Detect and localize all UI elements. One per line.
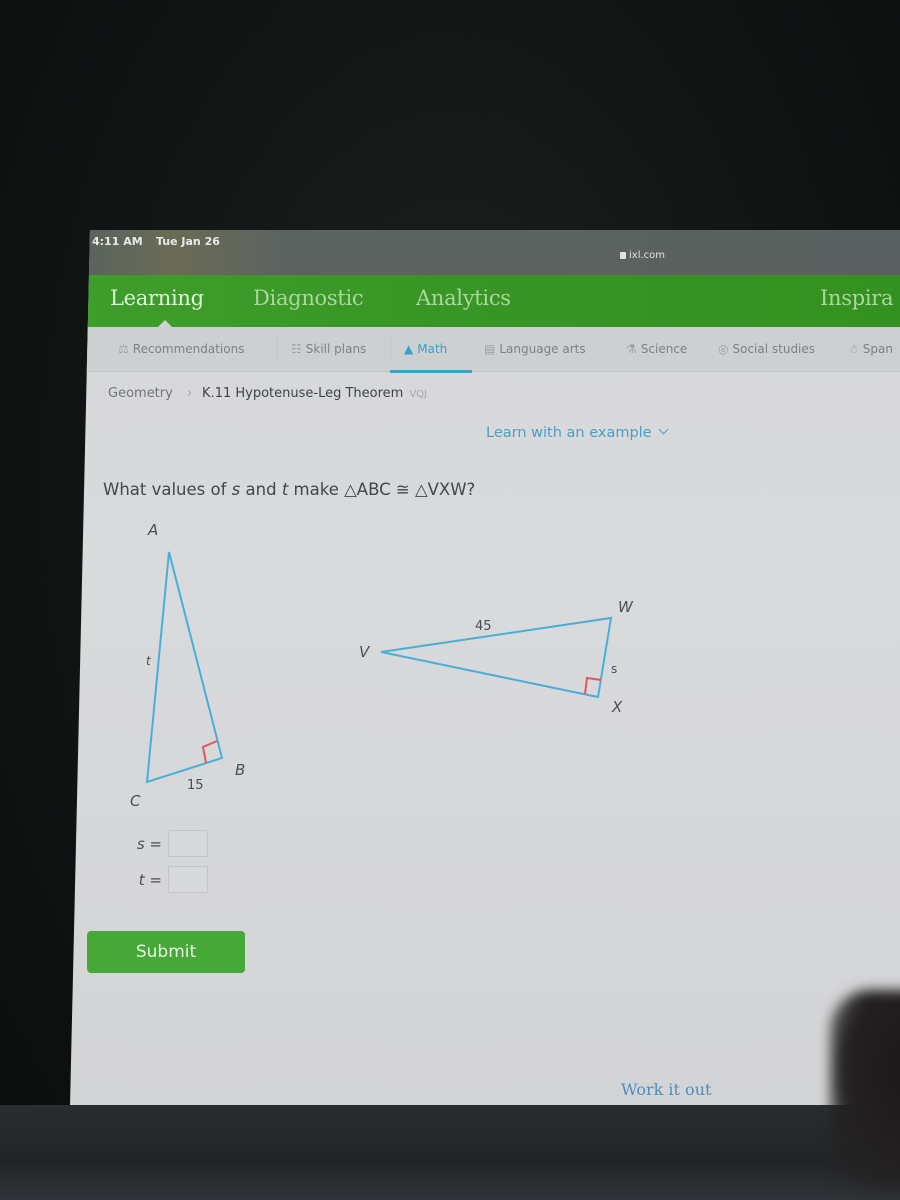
tab-analytics[interactable]: Analytics: [416, 286, 511, 310]
vertex-label-c: C: [130, 792, 141, 810]
subnav-spanish[interactable]: ☃ Span: [848, 342, 893, 356]
side-label-15: 15: [187, 778, 204, 793]
subnav-recommendations[interactable]: ⚖ Recommendations: [118, 342, 244, 356]
finger-blur: [830, 990, 900, 1190]
subnav-label: Recommendations: [132, 342, 245, 356]
subnav-language-arts[interactable]: ▤ Language arts: [484, 342, 586, 356]
flask-icon: ⚗: [626, 342, 637, 356]
subnav-label: Social studies: [732, 342, 816, 356]
question-mid: and: [240, 480, 282, 499]
side-label-45: 45: [475, 619, 492, 634]
tab-learning[interactable]: Learning: [110, 286, 204, 310]
triangle-vxw: [380, 616, 613, 699]
side-label-t: t: [146, 654, 152, 668]
vertex-label-x: X: [611, 698, 623, 716]
subnav-math[interactable]: ▲ Math: [404, 342, 447, 356]
equals-sign: =: [149, 835, 162, 853]
subnav-label: Math: [417, 342, 448, 356]
work-it-out-heading: Work it out: [621, 1080, 712, 1099]
breadcrumb-current: K.11 Hypotenuse-Leg Theorem: [202, 386, 404, 401]
tab-inspiration[interactable]: Inspira: [820, 286, 894, 310]
book-icon: ▤: [484, 342, 496, 356]
status-date: Tue Jan 26: [156, 235, 220, 248]
question-prefix: What values of: [103, 480, 232, 499]
learn-link-text: Learn with an example: [486, 425, 652, 441]
answer-label-t: t =: [122, 871, 162, 889]
subnav-label: Skill plans: [305, 342, 367, 356]
subnav-label: Span: [862, 342, 893, 356]
url-text: ixl.com: [629, 250, 666, 261]
answer-var: s: [136, 835, 145, 853]
active-subject-underline: [390, 370, 472, 373]
tablet-bezel: [0, 1105, 900, 1200]
vertex-label-v: V: [359, 643, 371, 661]
subnav-science[interactable]: ⚗ Science: [626, 342, 687, 356]
question-text: What values of s and t make △ABC ≅ △VXW?: [103, 480, 475, 499]
speech-bubbles-icon: ☃: [848, 342, 859, 356]
answer-label-s: s =: [122, 835, 162, 853]
signpost-icon: ⚖: [118, 342, 129, 356]
tab-diagnostic[interactable]: Diagnostic: [253, 286, 364, 310]
subnav-label: Science: [640, 342, 688, 356]
chevron-down-icon: [658, 424, 669, 435]
subject-nav: ⚖ Recommendations ☷ Skill plans ▲ Math ▤ Lan…: [70, 327, 900, 372]
subnav-skill-plans[interactable]: ☷ Skill plans: [291, 342, 366, 356]
status-bar: 4:11 AM Tue Jan 26 ixl.com: [70, 230, 900, 275]
t-input[interactable]: [168, 866, 208, 893]
status-time: 4:11 AM: [92, 235, 143, 248]
divider: [390, 335, 391, 363]
question-var-s: s: [231, 480, 241, 499]
chevron-right-icon: ›: [186, 386, 193, 401]
subnav-social-studies[interactable]: ◎ Social studies: [718, 342, 815, 356]
pyramid-icon: ▲: [404, 342, 414, 356]
tablet-screen: 4:11 AM Tue Jan 26 ixl.com Learning Diag…: [70, 230, 900, 1106]
vertex-label-b: B: [235, 761, 245, 779]
breadcrumb-parent[interactable]: Geometry: [108, 386, 173, 401]
address-bar[interactable]: ixl.com: [620, 250, 665, 261]
lock-icon: [620, 252, 626, 259]
equals-sign: =: [149, 871, 162, 889]
breadcrumb: Geometry › K.11 Hypotenuse-Leg Theorem VQJ: [108, 386, 427, 401]
divider: [277, 335, 278, 363]
submit-button[interactable]: Submit: [87, 931, 245, 973]
subnav-label: Language arts: [499, 342, 586, 356]
right-angle-marker-x: [584, 676, 602, 695]
vertex-label-w: W: [618, 598, 634, 616]
skill-code: VQJ: [409, 389, 427, 400]
vertex-label-a: A: [147, 521, 158, 539]
triangle-abc: [145, 551, 224, 784]
side-label-s: s: [611, 662, 617, 676]
right-angle-marker-b: [201, 740, 218, 764]
top-nav: Learning Diagnostic Analytics Inspira: [70, 275, 900, 327]
clipboard-icon: ☷: [291, 342, 302, 356]
answer-var: t: [138, 871, 145, 889]
s-input[interactable]: [168, 830, 208, 857]
question-suffix: make △ABC ≅ △VXW?: [288, 480, 476, 499]
learn-with-example-link[interactable]: Learn with an example: [486, 424, 669, 441]
globe-icon: ◎: [718, 342, 729, 356]
active-tab-caret: [158, 320, 172, 327]
